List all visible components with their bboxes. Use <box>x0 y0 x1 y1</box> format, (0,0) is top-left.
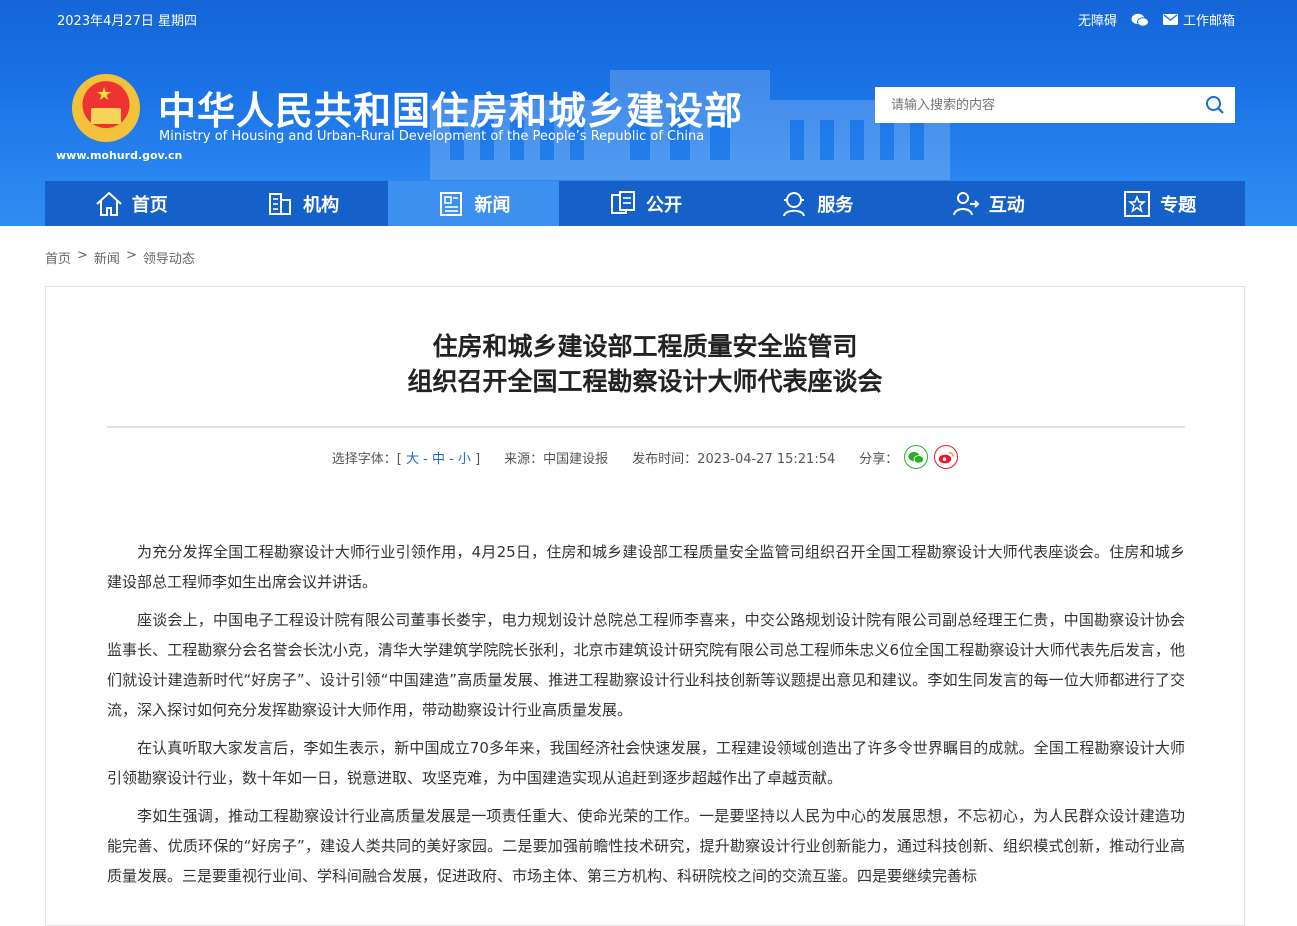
nav-label: 专题 <box>1160 194 1197 216</box>
nav-label: 机构 <box>303 194 340 216</box>
interaction-icon <box>952 191 980 215</box>
breadcrumb-separator: > <box>77 248 88 263</box>
search-icon <box>1206 96 1224 114</box>
font-large-button[interactable]: 大 <box>406 452 419 467</box>
weibo-icon <box>939 451 954 463</box>
share-label: 分享： <box>859 451 899 467</box>
work-mail-link[interactable]: 工作邮箱 <box>1162 10 1235 29</box>
nav-label: 互动 <box>988 194 1025 216</box>
site-url: www.mohurd.gov.cn <box>56 149 183 162</box>
article-panel: 住房和城乡建设部工程质量安全监管司 组织召开全国工程勘察设计大师代表座谈会 选择… <box>45 286 1245 926</box>
font-size-label: 选择字体：[ <box>331 451 402 467</box>
article-body: 为充分发挥全国工程勘察设计大师行业引领作用，4月25日，住房和城乡建设部工程质量… <box>107 537 1185 899</box>
search-button[interactable] <box>1195 87 1235 123</box>
wechat-icon <box>908 451 925 464</box>
accessibility-link[interactable]: 无障碍 <box>1078 10 1117 29</box>
search-input[interactable] <box>875 87 1195 123</box>
font-small-button[interactable]: 小 <box>458 452 471 467</box>
nav-label: 首页 <box>131 194 168 216</box>
font-separator: - <box>444 451 458 467</box>
article-title: 住房和城乡建设部工程质量安全监管司 组织召开全国工程勘察设计大师代表座谈会 <box>46 329 1244 399</box>
font-separator: - <box>418 451 432 467</box>
nav-label: 公开 <box>645 194 682 216</box>
breadcrumb-home[interactable]: 首页 <box>45 248 71 267</box>
national-emblem-logo: ★ <box>72 74 140 142</box>
ministry-title[interactable]: 中华人民共和国住房和城乡建设部 <box>158 80 743 135</box>
article-title-line1: 住房和城乡建设部工程质量安全监管司 <box>432 332 858 361</box>
building-icon <box>269 192 292 215</box>
service-icon <box>783 191 806 216</box>
article-title-line2: 组织召开全国工程勘察设计大师代表座谈会 <box>407 367 883 396</box>
font-size-selector: 选择字体：[ 大 - 中 - 小 ] <box>332 448 480 467</box>
top-links: 无障碍 工作邮箱 <box>1078 10 1235 29</box>
wechat-icon <box>1131 13 1149 27</box>
wechat-link[interactable] <box>1131 13 1149 27</box>
news-icon <box>439 191 462 216</box>
emblem-gate-icon <box>91 108 121 124</box>
breadcrumb-separator: > <box>125 248 137 263</box>
main-nav: 首页 机构 新闻 公开 服务 互动 专题 <box>45 181 1245 226</box>
nav-item-topics[interactable]: 专题 <box>1074 181 1245 226</box>
title-divider <box>107 426 1185 428</box>
article-paragraph: 在认真听取大家发言后，李如生表示，新中国成立70多年来，我国经济社会快速发展，工… <box>107 739 1185 787</box>
breadcrumb: 首页 > 新闻 > 领导动态 <box>45 248 195 267</box>
article-meta: 选择字体：[ 大 - 中 - 小 ] 来源：中国建设报 发布时间：2023-04… <box>46 445 1244 469</box>
article-source: 来源：中国建设报 <box>504 451 609 467</box>
breadcrumb-leadership[interactable]: 领导动态 <box>143 248 195 267</box>
nav-item-interaction[interactable]: 互动 <box>902 181 1073 226</box>
nav-label: 新闻 <box>474 194 511 216</box>
nav-item-home[interactable]: 首页 <box>45 181 216 226</box>
search-box <box>875 87 1235 123</box>
breadcrumb-news[interactable]: 新闻 <box>94 248 120 267</box>
star-icon <box>1124 190 1151 217</box>
nav-item-service[interactable]: 服务 <box>731 181 902 226</box>
article-paragraph: 座谈会上，中国电子工程设计院有限公司董事长娄宇，电力规划设计总院总工程师李喜来，… <box>107 611 1185 719</box>
nav-label: 服务 <box>817 194 854 216</box>
nav-item-institutions[interactable]: 机构 <box>216 181 387 226</box>
font-medium-button[interactable]: 中 <box>432 452 445 467</box>
article-paragraph: 为充分发挥全国工程勘察设计大师行业引领作用，4月25日，住房和城乡建设部工程质量… <box>107 543 1185 591</box>
current-date: 2023年4月27日 星期四 <box>57 14 198 29</box>
font-size-close: ] <box>475 451 481 467</box>
share-wechat-button[interactable] <box>904 445 929 469</box>
nav-item-public[interactable]: 公开 <box>559 181 730 226</box>
work-mail-label: 工作邮箱 <box>1182 14 1235 29</box>
home-icon <box>96 191 122 216</box>
document-icon <box>610 190 635 214</box>
publish-time: 发布时间：2023-04-27 15:21:54 <box>632 451 836 467</box>
mail-icon <box>1162 14 1178 25</box>
nav-item-news[interactable]: 新闻 <box>387 181 560 226</box>
emblem-star-icon: ★ <box>96 84 113 105</box>
share-weibo-button[interactable] <box>934 445 959 469</box>
ministry-english-title: Ministry of Housing and Urban-Rural Deve… <box>159 129 705 144</box>
article-paragraph: 李如生强调，推动工程勘察设计行业高质量发展是一项责任重大、使命光荣的工作。一是要… <box>107 807 1185 885</box>
